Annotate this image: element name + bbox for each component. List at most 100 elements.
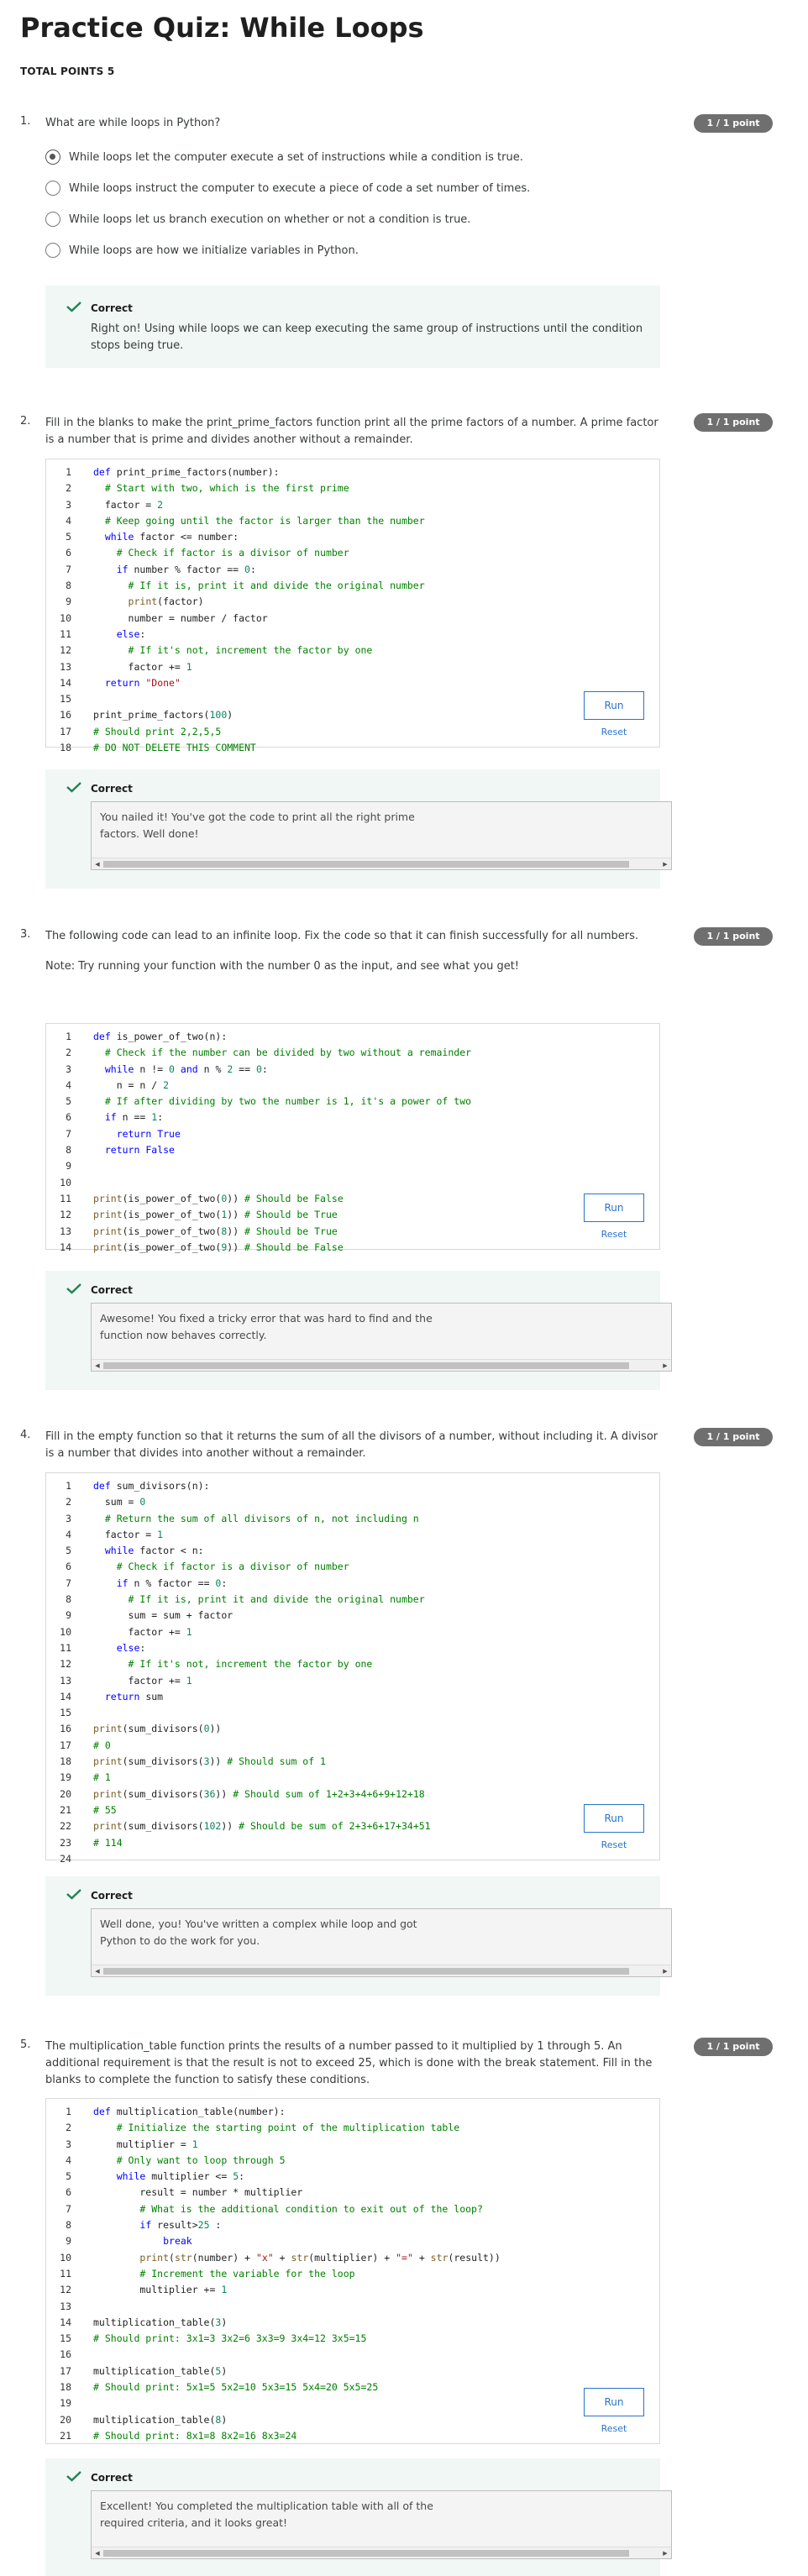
code-line[interactable]: 13 factor += 1 <box>46 659 425 675</box>
code-line[interactable]: 4 # Only want to loop through 5 <box>46 2153 501 2169</box>
code-line[interactable]: 11 print(is_power_of_two(0)) # Should be … <box>46 1191 471 1207</box>
code-line[interactable]: 20 multiplication_table(8) <box>46 2412 501 2428</box>
code-text[interactable]: # Should print: 3x1=3 3x2=6 3x3=9 3x4=12… <box>93 2332 366 2344</box>
code-text[interactable]: multiplier += 1 <box>93 2284 227 2295</box>
code-line[interactable]: 17 # Should print 2,2,5,5 <box>46 724 425 740</box>
code-line[interactable]: 8 return False <box>46 1142 471 1158</box>
code-line[interactable]: 17 multiplication_table(5) <box>46 2364 501 2379</box>
code-text[interactable]: print(sum_divisors(3)) # Should sum of 1 <box>93 1755 326 1767</box>
scrollbar-thumb[interactable] <box>103 1968 629 1975</box>
code-line[interactable]: 14 multiplication_table(3) <box>46 2315 501 2331</box>
code-line[interactable]: 14 return sum <box>46 1689 431 1705</box>
scrollbar-thumb[interactable] <box>103 2550 629 2557</box>
code-line[interactable]: 12 # If it's not, increment the factor b… <box>46 643 425 658</box>
code-text[interactable]: multiplication_table(5) <box>93 2365 227 2377</box>
code-line[interactable]: 3 while n != 0 and n % 2 == 0: <box>46 1062 471 1078</box>
code-line[interactable]: 19 <box>46 2395 501 2411</box>
code-text[interactable]: # 55 <box>93 1804 117 1816</box>
code-text[interactable]: # If it is, print it and divide the orig… <box>93 580 425 591</box>
code-line[interactable]: 2 sum = 0 <box>46 1494 431 1510</box>
code-line[interactable]: 2 # Check if the number can be divided b… <box>46 1045 471 1061</box>
code-text[interactable]: # Increment the variable for the loop <box>93 2268 354 2280</box>
code-line[interactable]: 12 print(is_power_of_two(1)) # Should be … <box>46 1207 471 1223</box>
code-text[interactable]: # Should print 2,2,5,5 <box>93 726 221 737</box>
code-line[interactable]: 18 # DO NOT DELETE THIS COMMENT <box>46 740 425 756</box>
code-line[interactable]: 10 factor += 1 <box>46 1624 431 1640</box>
code-text[interactable]: else: <box>93 628 146 640</box>
code-text[interactable]: multiplication_table(8) <box>93 2414 227 2426</box>
code-text[interactable]: break <box>93 2235 192 2247</box>
code-line[interactable]: 6 if n == 1: <box>46 1110 471 1125</box>
code-text[interactable]: # Keep going until the factor is larger … <box>93 515 425 527</box>
code-line[interactable]: 13 <box>46 2299 501 2315</box>
code-line[interactable]: 22 print(sum_divisors(102)) # Should be s… <box>46 1818 431 1834</box>
code-line[interactable]: 11 else: <box>46 627 425 643</box>
code-text[interactable]: # Should print: 8x1=8 8x2=16 8x3=24 <box>93 2430 296 2442</box>
code-line[interactable]: 18 print(sum_divisors(3)) # Should sum of… <box>46 1754 431 1770</box>
run-button[interactable]: Run <box>584 691 644 720</box>
code-text[interactable]: factor += 1 <box>93 1675 192 1687</box>
code-line[interactable]: 8 if result>25 : <box>46 2217 501 2233</box>
run-button[interactable]: Run <box>584 2388 644 2416</box>
code-line[interactable]: 19 # 1 <box>46 1770 431 1786</box>
scrollbar-thumb[interactable] <box>103 1362 629 1369</box>
code-text[interactable]: return sum <box>93 1691 163 1702</box>
code-editor[interactable]: 1 def multiplication_table(number): 2 # In… <box>45 2098 660 2444</box>
triangle-left-icon[interactable]: ◀ <box>92 1965 103 1977</box>
code-text[interactable]: return False <box>93 1144 175 1156</box>
triangle-right-icon[interactable]: ▶ <box>659 1360 671 1372</box>
code-text[interactable]: # Initialize the starting point of the m… <box>93 2122 460 2133</box>
code-text[interactable]: print(is_power_of_two(8)) # Should be Tr… <box>93 1225 338 1237</box>
code-text[interactable]: while multiplier <= 5: <box>93 2170 244 2182</box>
triangle-left-icon[interactable]: ◀ <box>92 1360 103 1372</box>
code-text[interactable]: # If it is, print it and divide the orig… <box>93 1593 425 1605</box>
code-line[interactable]: 21 # Should print: 8x1=8 8x2=16 8x3=24 <box>46 2428 501 2444</box>
code-text[interactable]: multiplier = 1 <box>93 2138 198 2150</box>
code-text[interactable]: if number % factor == 0: <box>93 564 256 575</box>
code-text[interactable]: print(sum_divisors(102)) # Should be sum… <box>93 1820 431 1832</box>
code-line[interactable]: 1 def is_power_of_two(n): <box>46 1029 471 1045</box>
code-text[interactable]: def print_prime_factors(number): <box>93 466 280 478</box>
code-text[interactable]: if n % factor == 0: <box>93 1577 228 1589</box>
code-text[interactable]: if n == 1: <box>93 1111 163 1123</box>
code-line[interactable]: 16 <box>46 2347 501 2363</box>
code-line[interactable]: 5 while factor < n: <box>46 1543 431 1559</box>
code-text[interactable]: number = number / factor <box>93 612 268 624</box>
reset-link[interactable]: Reset <box>584 727 644 737</box>
code-line[interactable]: 16 print(sum_divisors(0)) <box>46 1721 431 1737</box>
code-line[interactable]: 7 if n % factor == 0: <box>46 1576 431 1592</box>
code-text[interactable]: # If it's not, increment the factor by o… <box>93 644 373 656</box>
code-editor[interactable]: 1 def print_prime_factors(number): 2 # Sta… <box>45 459 660 753</box>
code-line[interactable]: 11 else: <box>46 1640 431 1656</box>
code-text[interactable]: factor += 1 <box>93 1626 192 1638</box>
triangle-right-icon[interactable]: ▶ <box>659 2547 671 2559</box>
code-text[interactable]: # Check if factor is a divisor of number <box>93 1561 349 1572</box>
triangle-left-icon[interactable]: ◀ <box>92 858 103 870</box>
code-line[interactable]: 3 factor = 2 <box>46 497 425 513</box>
code-editor[interactable]: 1 def is_power_of_two(n): 2 # Check if the… <box>45 1023 660 1253</box>
code-text[interactable]: factor += 1 <box>93 661 192 673</box>
code-line[interactable]: 9 <box>46 1158 471 1174</box>
code-line[interactable]: 8 # If it is, print it and divide the or… <box>46 1592 431 1608</box>
code-line[interactable]: 15 <box>46 1705 431 1721</box>
code-text[interactable]: multiplication_table(3) <box>93 2316 227 2328</box>
code-text[interactable]: while factor <= number: <box>93 531 239 543</box>
code-line[interactable]: 20 print(sum_divisors(36)) # Should sum o… <box>46 1786 431 1802</box>
code-text[interactable]: print(is_power_of_two(9)) # Should be Fa… <box>93 1241 344 1253</box>
code-text[interactable]: # If after dividing by two the number is… <box>93 1095 471 1107</box>
code-line[interactable]: 4 factor = 1 <box>46 1527 431 1543</box>
radio-button[interactable] <box>45 212 60 227</box>
code-text[interactable]: # Check if the number can be divided by … <box>93 1047 471 1058</box>
code-text[interactable]: def multiplication_table(number): <box>93 2106 286 2117</box>
answer-option[interactable]: While loops instruct the computer to exe… <box>45 178 530 198</box>
code-line[interactable]: 16 print_prime_factors(100) <box>46 707 425 723</box>
code-line[interactable]: 6 # Check if factor is a divisor of numb… <box>46 1559 431 1575</box>
reset-link[interactable]: Reset <box>584 2423 644 2434</box>
code-text[interactable]: # What is the additional condition to ex… <box>93 2203 483 2215</box>
code-line[interactable]: 9 break <box>46 2233 501 2249</box>
code-text[interactable]: # Only want to loop through 5 <box>93 2154 286 2166</box>
code-text[interactable]: result = number * multiplier <box>93 2186 302 2198</box>
answer-option[interactable]: While loops are how we initialize variab… <box>45 240 359 260</box>
code-text[interactable]: def sum_divisors(n): <box>93 1480 209 1492</box>
code-line[interactable]: 8 # If it is, print it and divide the or… <box>46 578 425 594</box>
